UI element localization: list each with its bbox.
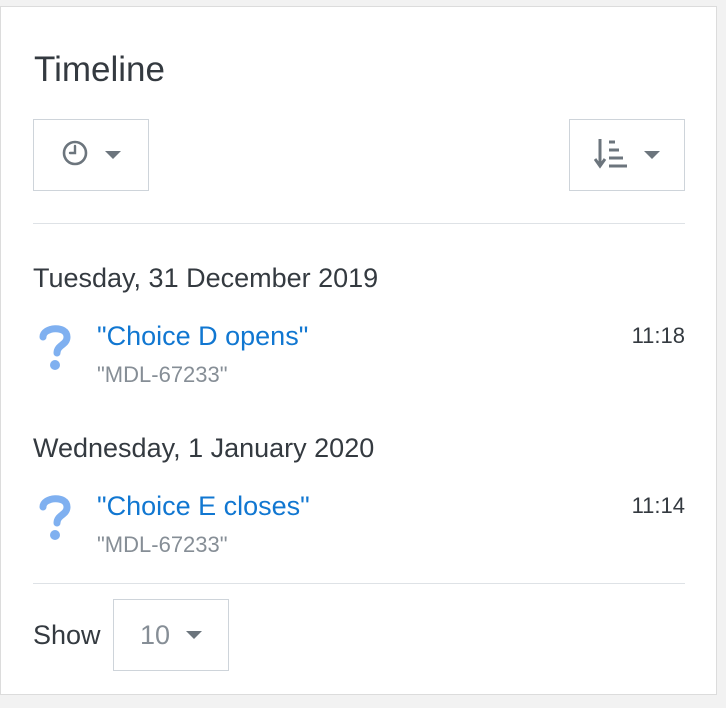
clock-icon <box>61 139 89 172</box>
event-time: 11:14 <box>631 493 685 518</box>
event-course: "MDL-67233" <box>97 532 228 557</box>
event-link[interactable]: "Choice D opens" <box>97 319 308 353</box>
divider <box>33 223 685 224</box>
question-icon <box>37 323 73 376</box>
block-title: Timeline <box>34 50 165 89</box>
date-heading: Tuesday, 31 December 2019 <box>33 263 379 293</box>
date-heading: Wednesday, 1 January 2020 <box>33 433 375 463</box>
chevron-down-icon <box>105 151 121 159</box>
sort-amount-down-icon <box>593 136 628 175</box>
per-page-value: 10 <box>139 619 171 650</box>
sort-button[interactable] <box>569 119 685 191</box>
date-group: Tuesday, 31 December 2019 "Choice D open… <box>33 261 685 395</box>
chevron-down-icon <box>186 631 203 639</box>
event-time: 11:18 <box>631 323 685 348</box>
list-item: "Choice D opens" "MDL-67233" 11:18 <box>33 295 685 395</box>
show-label: Show <box>33 620 101 650</box>
date-group: Wednesday, 1 January 2020 "Choice E clos… <box>33 431 685 565</box>
event-link[interactable]: "Choice E closes" <box>97 489 310 523</box>
day-filter-button[interactable] <box>33 119 149 191</box>
event-course: "MDL-67233" <box>97 362 228 387</box>
per-page-select[interactable]: 10 <box>113 599 229 671</box>
divider <box>33 583 685 584</box>
chevron-down-icon <box>644 151 660 159</box>
list-item: "Choice E closes" "MDL-67233" 11:14 <box>33 465 685 565</box>
timeline-block: Timeline Tuesday, 31 December 2019 "Choi… <box>0 6 717 695</box>
question-icon <box>37 493 73 546</box>
